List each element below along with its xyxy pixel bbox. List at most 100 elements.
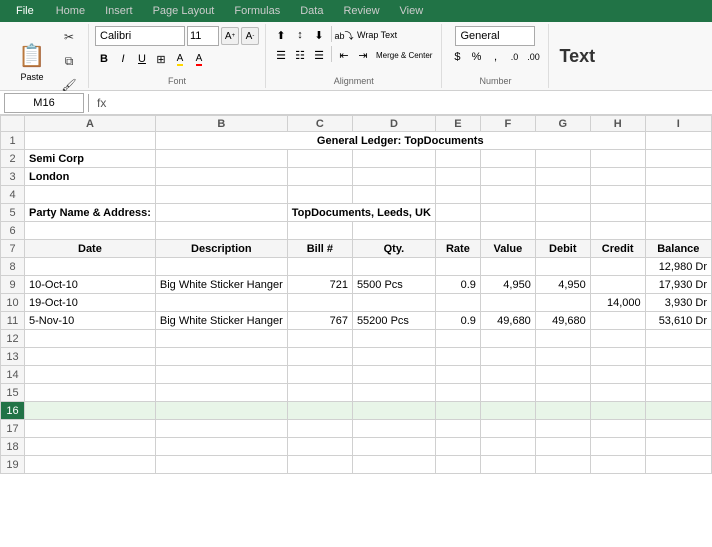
cell-d4[interactable] [352,186,435,204]
merge-center-button[interactable]: Merge & Center [373,46,435,64]
cell-i3[interactable] [645,168,711,186]
paste-button[interactable]: 📋 Paste [10,38,54,84]
cell-b11[interactable]: Big White Sticker Hanger [155,312,287,330]
cell-d3[interactable] [352,168,435,186]
align-bottom-button[interactable]: ⬇ [310,26,328,44]
col-header-e[interactable]: E [435,116,480,132]
cell-d2[interactable] [352,150,435,168]
cell-a8[interactable] [25,258,156,276]
cell-b5[interactable] [155,204,287,222]
cell-b4[interactable] [155,186,287,204]
cell-i11[interactable]: 53,610 Dr [645,312,711,330]
cell-e11[interactable]: 0.9 [435,312,480,330]
italic-button[interactable]: I [114,50,132,68]
increase-indent-button[interactable]: ⇥ [354,46,372,64]
cell-a1[interactable] [25,132,156,150]
cell-b3[interactable] [155,168,287,186]
col-header-f[interactable]: F [480,116,535,132]
cell-f7[interactable]: Value [480,240,535,258]
cell-h5[interactable] [590,204,645,222]
font-name-input[interactable] [95,26,185,46]
cell-c5[interactable]: TopDocuments, Leeds, UK [287,204,435,222]
wrap-text-button[interactable]: Wrap Text [354,26,400,44]
cell-c10[interactable] [287,294,352,312]
cell-f6[interactable] [480,222,535,240]
cell-h6[interactable] [590,222,645,240]
cell-e4[interactable] [435,186,480,204]
cell-g7[interactable]: Debit [535,240,590,258]
cell-c3[interactable] [287,168,352,186]
underline-button[interactable]: U [133,50,151,68]
cell-a7[interactable]: Date [25,240,156,258]
cell-g9[interactable]: 4,950 [535,276,590,294]
cell-c8[interactable] [287,258,352,276]
cell-a5[interactable]: Party Name & Address: [25,204,156,222]
cell-f4[interactable] [480,186,535,204]
col-header-i[interactable]: I [645,116,711,132]
formula-input[interactable] [114,93,708,113]
cell-h4[interactable] [590,186,645,204]
cell-g2[interactable] [535,150,590,168]
cell-i10[interactable]: 3,930 Dr [645,294,711,312]
cell-e3[interactable] [435,168,480,186]
cell-i4[interactable] [645,186,711,204]
cell-f3[interactable] [480,168,535,186]
cell-e5[interactable] [435,204,480,222]
decrease-indent-button[interactable]: ⇤ [335,46,353,64]
cell-d9[interactable]: 5500 Pcs [352,276,435,294]
cell-i2[interactable] [645,150,711,168]
angle-text-button[interactable]: ab⤵ [335,26,353,44]
tab-formulas[interactable]: Formulas [224,3,290,19]
cell-b1-merged[interactable]: General Ledger: TopDocuments [155,132,645,150]
cell-g5[interactable] [535,204,590,222]
cell-h10[interactable]: 14,000 [590,294,645,312]
tab-insert[interactable]: Insert [95,3,143,19]
cell-i5[interactable] [645,204,711,222]
increase-font-button[interactable]: A+ [221,27,239,45]
cell-a6[interactable] [25,222,156,240]
cell-c7[interactable]: Bill # [287,240,352,258]
cell-d10[interactable] [352,294,435,312]
increase-decimal-button[interactable]: .0 [505,48,523,66]
cell-f10[interactable] [480,294,535,312]
cell-d8[interactable] [352,258,435,276]
align-top-button[interactable]: ⬆ [272,26,290,44]
col-header-d[interactable]: D [352,116,435,132]
cell-d11[interactable]: 55200 Pcs [352,312,435,330]
cell-g3[interactable] [535,168,590,186]
percent-button[interactable]: % [467,48,485,66]
cell-b2[interactable] [155,150,287,168]
cell-i6[interactable] [645,222,711,240]
cell-c9[interactable]: 721 [287,276,352,294]
copy-button[interactable]: ⧉ [56,50,82,72]
cell-i8[interactable]: 12,980 Dr [645,258,711,276]
cell-a11[interactable]: 5-Nov-10 [25,312,156,330]
cell-g11[interactable]: 49,680 [535,312,590,330]
cell-d7[interactable]: Qty. [352,240,435,258]
cell-e6[interactable] [435,222,480,240]
decrease-decimal-button[interactable]: .00 [524,48,542,66]
align-right-button[interactable]: ☰ [310,46,328,64]
col-header-g[interactable]: G [535,116,590,132]
cell-reference-input[interactable] [4,93,84,113]
formula-symbol[interactable]: fx [93,96,110,110]
decrease-font-button[interactable]: A- [241,27,259,45]
col-header-a[interactable]: A [25,116,156,132]
tab-review[interactable]: Review [333,3,389,19]
number-format-input[interactable] [455,26,535,46]
border-button[interactable]: ⊞ [152,50,170,68]
cell-c11[interactable]: 767 [287,312,352,330]
cell-f8[interactable] [480,258,535,276]
cell-b7[interactable]: Description [155,240,287,258]
cell-g8[interactable] [535,258,590,276]
cell-e10[interactable] [435,294,480,312]
cell-b9[interactable]: Big White Sticker Hanger [155,276,287,294]
cell-f9[interactable]: 4,950 [480,276,535,294]
cell-b10[interactable] [155,294,287,312]
cell-i7[interactable]: Balance [645,240,711,258]
cell-a12[interactable] [25,330,156,348]
col-header-h[interactable]: H [590,116,645,132]
cell-e7[interactable]: Rate [435,240,480,258]
comma-button[interactable]: , [486,48,504,66]
cell-i9[interactable]: 17,930 Dr [645,276,711,294]
